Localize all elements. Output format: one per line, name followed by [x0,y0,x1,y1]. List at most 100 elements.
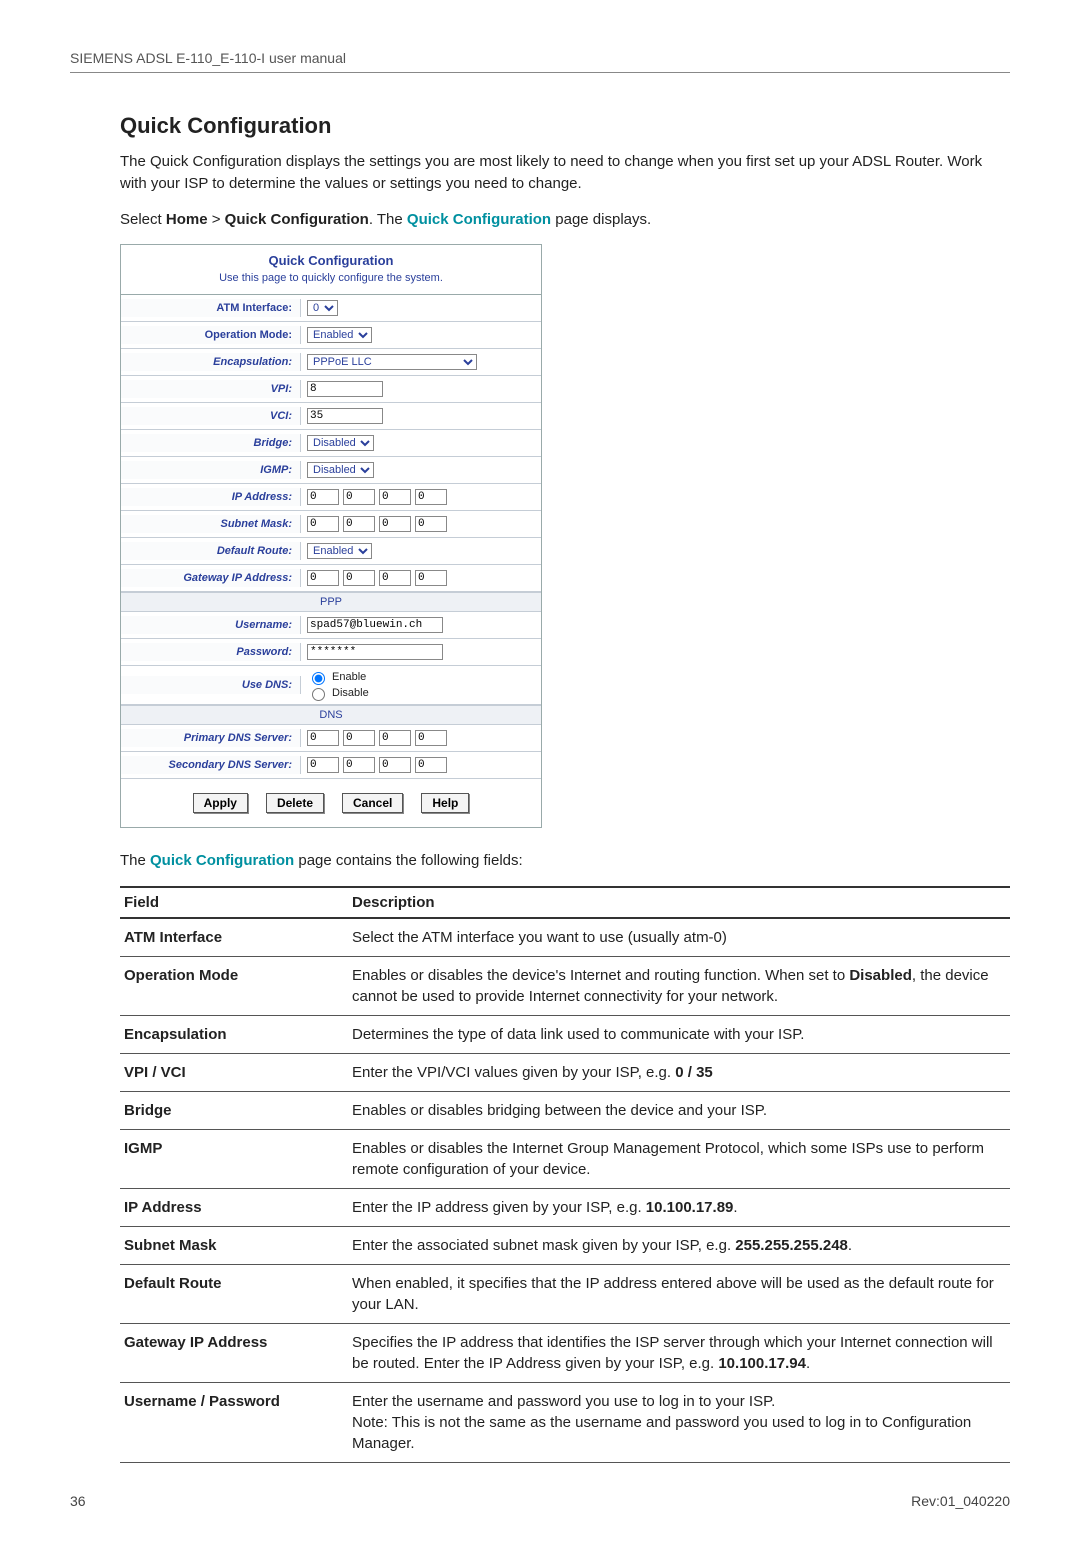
navigation-instruction: Select Home > Quick Configuration. The Q… [120,209,1010,231]
input-username[interactable] [307,617,443,633]
field-desc: Specifies the IP address that identifies… [348,1324,1010,1383]
field-name: IGMP [120,1130,348,1189]
input-vpi[interactable] [307,381,383,397]
dns-section: DNS [121,705,541,725]
label-bridge: Bridge: [121,434,301,452]
quick-config-panel: Quick Configuration Use this page to qui… [120,244,542,828]
section-title: Quick Configuration [120,113,1010,139]
table-row: IGMPEnables or disables the Internet Gro… [120,1130,1010,1189]
delete-button[interactable]: Delete [266,793,324,813]
input-subnet-3[interactable] [415,516,447,532]
label-ip: IP Address: [121,488,301,506]
page-footer: 36 Rev:01_040220 [70,1493,1010,1509]
table-row: Subnet MaskEnter the associated subnet m… [120,1227,1010,1265]
field-name: Username / Password [120,1383,348,1463]
field-desc: Select the ATM interface you want to use… [348,918,1010,957]
qc-subtitle: Use this page to quickly configure the s… [121,272,541,294]
field-desc: When enabled, it specifies that the IP a… [348,1265,1010,1324]
label-atm: ATM Interface: [121,299,301,317]
field-desc: Enter the IP address given by your ISP, … [348,1189,1010,1227]
radio-dns-disable[interactable] [312,688,325,701]
select-encap[interactable]: PPPoE LLC [307,354,477,370]
table-row: IP AddressEnter the IP address given by … [120,1189,1010,1227]
field-name: VPI / VCI [120,1054,348,1092]
input-gwip-1[interactable] [343,570,375,586]
th-desc: Description [348,887,1010,918]
label-opmode: Operation Mode: [121,326,301,344]
label-sdns: Secondary DNS Server: [121,756,301,774]
field-name: Subnet Mask [120,1227,348,1265]
table-description: The Quick Configuration page contains th… [120,850,1010,872]
select-defroute[interactable]: Enabled [307,543,372,559]
radio-dns-enable[interactable] [312,672,325,685]
table-row: BridgeEnables or disables bridging betwe… [120,1092,1010,1130]
running-header: SIEMENS ADSL E-110_E-110-I user manual [70,50,1010,73]
table-row: Default RouteWhen enabled, it specifies … [120,1265,1010,1324]
input-vci[interactable] [307,408,383,424]
radio-dns-disable-label[interactable]: Disable [307,685,369,701]
input-gwip-0[interactable] [307,570,339,586]
input-gwip-3[interactable] [415,570,447,586]
input-ip-3[interactable] [415,489,447,505]
select-atm[interactable]: 0 [307,300,338,316]
th-field: Field [120,887,348,918]
field-name: ATM Interface [120,918,348,957]
field-name: IP Address [120,1189,348,1227]
input-subnet-1[interactable] [343,516,375,532]
input-ip-2[interactable] [379,489,411,505]
field-desc: Enter the associated subnet mask given b… [348,1227,1010,1265]
select-igmp[interactable]: Disabled [307,462,374,478]
label-username: Username: [121,616,301,634]
input-sdns-0[interactable] [307,757,339,773]
label-vci: VCI: [121,407,301,425]
label-gwip: Gateway IP Address: [121,569,301,587]
revision: Rev:01_040220 [911,1493,1010,1509]
table-row: VPI / VCIEnter the VPI/VCI values given … [120,1054,1010,1092]
input-pdns-3[interactable] [415,730,447,746]
field-name: Operation Mode [120,957,348,1016]
field-name: Default Route [120,1265,348,1324]
input-subnet-0[interactable] [307,516,339,532]
label-encap: Encapsulation: [121,353,301,371]
label-pdns: Primary DNS Server: [121,729,301,747]
input-password[interactable] [307,644,443,660]
apply-button[interactable]: Apply [193,793,248,813]
input-sdns-1[interactable] [343,757,375,773]
field-name: Encapsulation [120,1016,348,1054]
field-name: Bridge [120,1092,348,1130]
table-row: ATM InterfaceSelect the ATM interface yo… [120,918,1010,957]
table-row: Operation ModeEnables or disables the de… [120,957,1010,1016]
ppp-section: PPP [121,592,541,612]
input-ip-1[interactable] [343,489,375,505]
field-desc: Enables or disables bridging between the… [348,1092,1010,1130]
input-gwip-2[interactable] [379,570,411,586]
field-desc: Enter the username and password you use … [348,1383,1010,1463]
input-pdns-0[interactable] [307,730,339,746]
field-name: Gateway IP Address [120,1324,348,1383]
intro-paragraph: The Quick Configuration displays the set… [120,151,1010,195]
table-row: EncapsulationDetermines the type of data… [120,1016,1010,1054]
input-pdns-2[interactable] [379,730,411,746]
select-opmode[interactable]: Enabled [307,327,372,343]
table-row: Username / PasswordEnter the username an… [120,1383,1010,1463]
fields-table: Field Description ATM InterfaceSelect th… [120,886,1010,1463]
input-pdns-1[interactable] [343,730,375,746]
label-subnet: Subnet Mask: [121,515,301,533]
help-button[interactable]: Help [421,793,469,813]
label-vpi: VPI: [121,380,301,398]
field-desc: Enter the VPI/VCI values given by your I… [348,1054,1010,1092]
field-desc: Enables or disables the Internet Group M… [348,1130,1010,1189]
input-sdns-2[interactable] [379,757,411,773]
field-desc: Determines the type of data link used to… [348,1016,1010,1054]
label-usedns: Use DNS: [121,676,301,694]
radio-dns-enable-label[interactable]: Enable [307,669,366,685]
input-subnet-2[interactable] [379,516,411,532]
qc-title: Quick Configuration [121,245,541,272]
page-number: 36 [70,1493,86,1509]
input-ip-0[interactable] [307,489,339,505]
label-igmp: IGMP: [121,461,301,479]
input-sdns-3[interactable] [415,757,447,773]
select-bridge[interactable]: Disabled [307,435,374,451]
cancel-button[interactable]: Cancel [342,793,403,813]
table-row: Gateway IP AddressSpecifies the IP addre… [120,1324,1010,1383]
